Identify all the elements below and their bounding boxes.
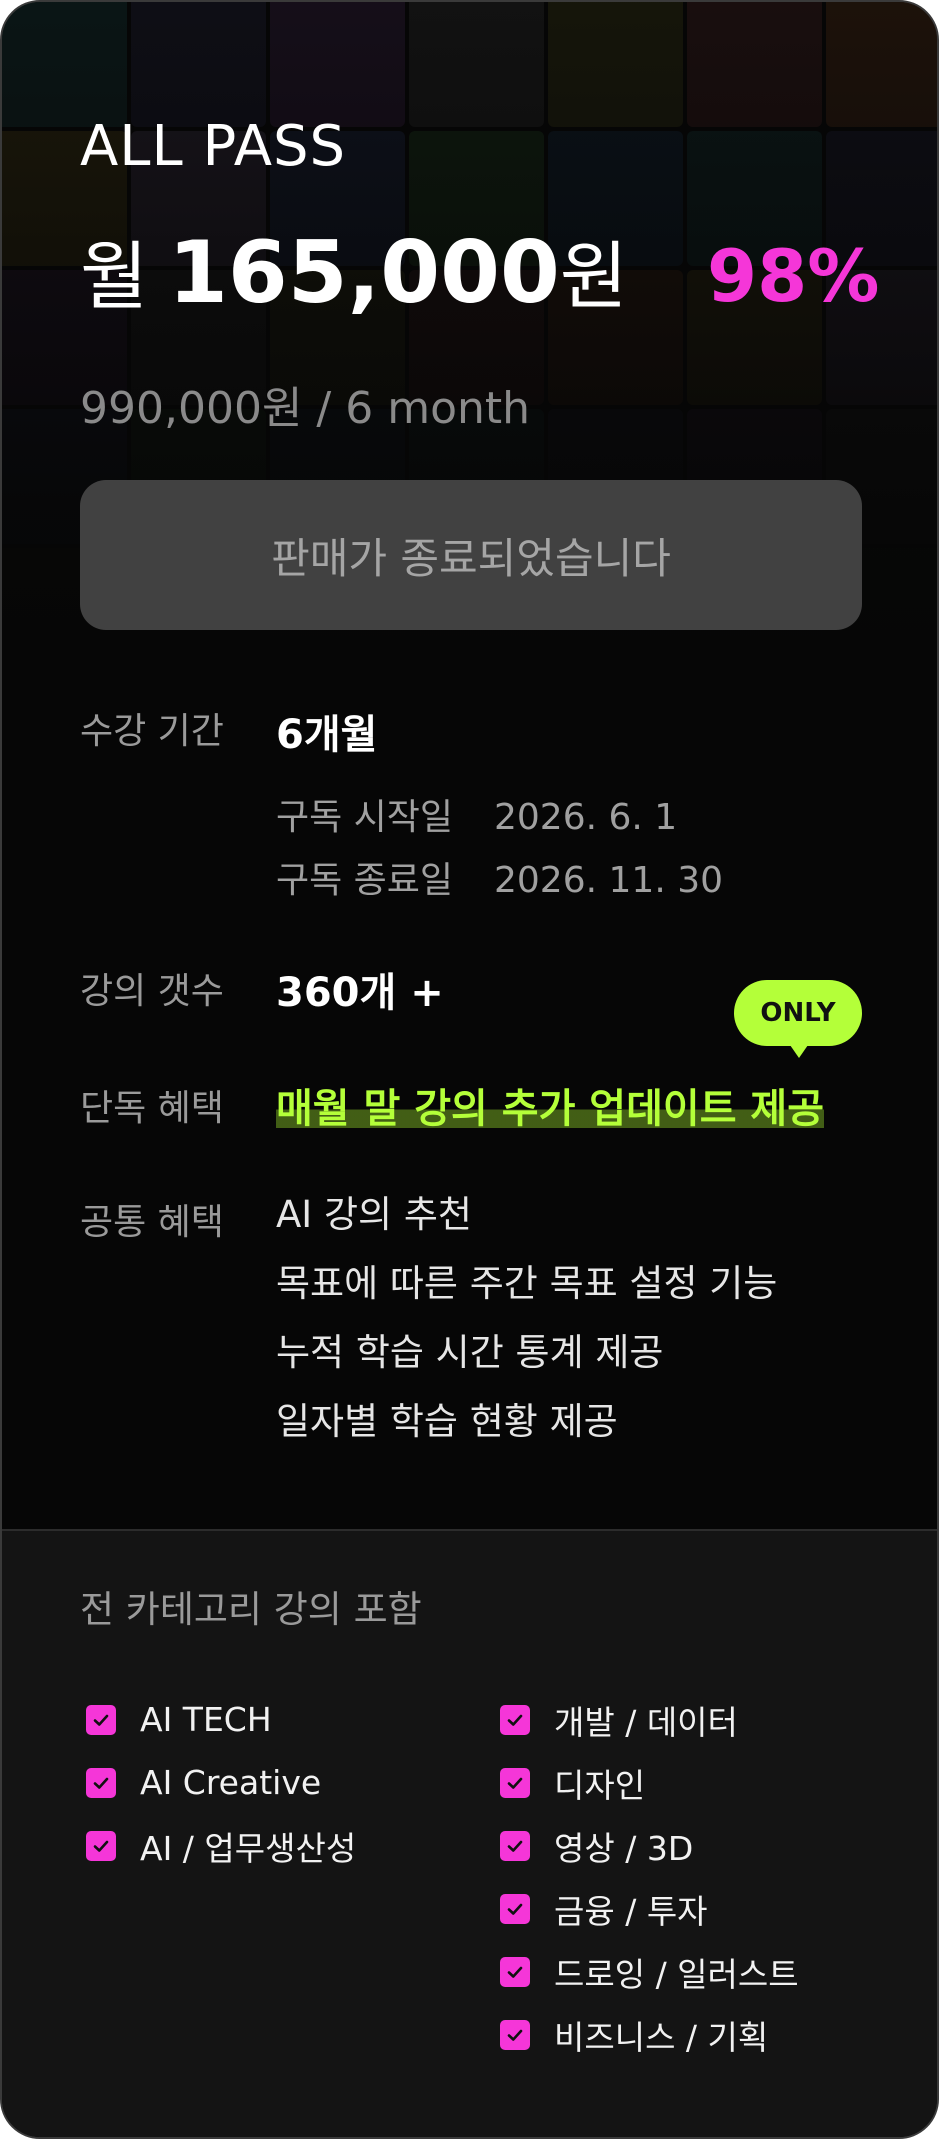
check-icon (500, 1704, 530, 1735)
list-item: 누적 학습 시간 통계 제공 (276, 1331, 664, 1374)
check-icon (86, 1767, 116, 1798)
category-label: 디자인 (554, 1765, 646, 1805)
sold-out-button[interactable]: 판매가 종료되었습니다 (80, 480, 862, 630)
category-label: 비즈니스 / 기획 (554, 2017, 769, 2057)
price-suffix: 원 (559, 234, 628, 320)
price-subtotal: 990,000원 / 6 month (80, 383, 531, 434)
list-item: 목표에 따른 주간 목표 설정 기능 (276, 1262, 778, 1305)
category-item: AI / 업무생산성 (86, 1814, 356, 1877)
exclusive-label: 단독 혜택 (80, 1088, 224, 1129)
start-date-row: 구독 시작일 2026. 6. 1 (276, 788, 677, 840)
discount-badge: 98% (707, 234, 880, 318)
category-item: 영상 / 3D (500, 1814, 799, 1877)
check-icon (500, 1956, 530, 1987)
end-date-value: 2026. 11. 30 (494, 860, 724, 901)
category-item: AI TECH (86, 1688, 356, 1751)
end-date-row: 구독 종료일 2026. 11. 30 (276, 851, 723, 903)
category-column-left: AI TECH AI Creative AI / 업무생산성 (86, 1688, 356, 1877)
list-item: AI 강의 추천 (276, 1193, 472, 1236)
check-icon (500, 1830, 530, 1861)
check-icon (500, 1767, 530, 1798)
category-label: AI Creative (140, 1763, 322, 1802)
category-item: 드로잉 / 일러스트 (500, 1940, 799, 2003)
plan-name: ALL PASS (80, 114, 347, 179)
all-pass-card: ALL PASS 월 165,000 원 98% 990,000원 / 6 mo… (0, 0, 939, 2139)
category-item: 금융 / 투자 (500, 1877, 799, 1940)
category-label: 영상 / 3D (554, 1828, 694, 1868)
count-label: 강의 갯수 (80, 971, 224, 1012)
count-value: 360개 + (276, 970, 444, 1016)
common-benefits-list: AI 강의 추천 목표에 따른 주간 목표 설정 기능 누적 학습 시간 통계 … (276, 1180, 777, 1456)
category-title: 전 카테고리 강의 포함 (80, 1588, 422, 1631)
category-section: 전 카테고리 강의 포함 AI TECH AI Creative AI / 업무… (2, 1529, 937, 2137)
category-label: AI TECH (140, 1700, 272, 1739)
only-badge: ONLY (734, 980, 862, 1058)
category-item: AI Creative (86, 1751, 356, 1814)
price-amount: 165,000 (168, 223, 560, 323)
category-label: 드로잉 / 일러스트 (554, 1954, 799, 1994)
start-date-label: 구독 시작일 (276, 797, 454, 838)
exclusive-value: 매월 말 강의 추가 업데이트 제공 (276, 1076, 825, 1134)
common-label: 공통 혜택 (80, 1202, 224, 1243)
check-icon (500, 2019, 530, 2050)
period-label: 수강 기간 (80, 711, 224, 752)
check-icon (86, 1830, 116, 1861)
end-date-label: 구독 종료일 (276, 860, 454, 901)
category-label: AI / 업무생산성 (140, 1828, 357, 1868)
category-item: 디자인 (500, 1751, 799, 1814)
price-row: 월 165,000 원 (80, 217, 628, 324)
price-prefix: 월 (80, 234, 149, 320)
check-icon (500, 1893, 530, 1924)
category-label: 금융 / 투자 (554, 1891, 708, 1931)
category-item: 개발 / 데이터 (500, 1688, 799, 1751)
category-column-right: 개발 / 데이터 디자인 영상 / 3D 금융 / 투자 드로잉 / 일러스트 … (500, 1688, 799, 2066)
start-date-value: 2026. 6. 1 (494, 797, 678, 838)
list-item: 일자별 학습 현황 제공 (276, 1400, 618, 1443)
category-label: 개발 / 데이터 (554, 1702, 738, 1742)
period-value: 6개월 (276, 712, 378, 758)
check-icon (86, 1704, 116, 1735)
category-item: 비즈니스 / 기획 (500, 2003, 799, 2066)
